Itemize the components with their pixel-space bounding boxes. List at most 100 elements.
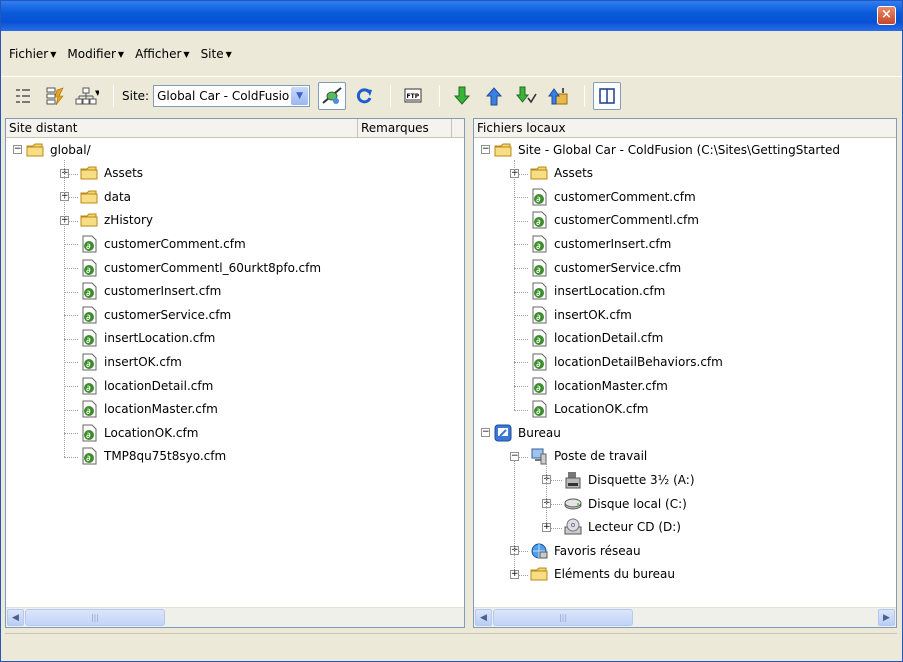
tree-connector — [69, 220, 78, 222]
tree-item-folder[interactable]: Assets — [530, 162, 593, 185]
tree-item-file[interactable]: ∂ customerService.cfm — [80, 303, 231, 326]
site-select[interactable]: Global Car - ColdFusion ▼ — [153, 84, 311, 107]
tree-item-file[interactable]: ∂ customerInsert.cfm — [80, 280, 221, 303]
tree-item-file[interactable]: ∂ customerService.cfm — [530, 256, 681, 279]
cfm-file-icon: ∂ — [80, 306, 98, 324]
svg-text:∂: ∂ — [536, 242, 541, 251]
expand-icon[interactable]: + — [510, 569, 519, 579]
tree-item-file[interactable]: ∂ insertLocation.cfm — [80, 327, 215, 350]
tree-item-folder[interactable]: data — [80, 185, 131, 208]
tree-item-file[interactable]: ∂ locationMaster.cfm — [530, 374, 668, 397]
get-icon[interactable] — [448, 82, 476, 110]
column-header-notes[interactable]: Remarques — [358, 119, 452, 137]
tree-item-file[interactable]: ∂ customerCommentl.cfm — [530, 209, 699, 232]
column-header-remote[interactable]: Site distant — [6, 119, 358, 137]
tree-item-label: locationMaster.cfm — [104, 402, 218, 417]
cfm-file-icon: ∂ — [530, 377, 548, 395]
tree-item-file[interactable]: ∂ LocationOK.cfm — [80, 421, 198, 444]
collapse-icon[interactable]: − — [481, 428, 490, 438]
tree-item-label: customerCommentl_60urkt8pfo.cfm — [104, 260, 322, 275]
column-header-local[interactable]: Fichiers locaux — [474, 119, 896, 137]
horizontal-scrollbar[interactable]: ◀ ||| ▶ — [474, 607, 896, 627]
tree-connector — [64, 409, 78, 411]
site-files-icon[interactable] — [41, 82, 69, 110]
ftp-log-icon[interactable]: FTP — [399, 82, 427, 110]
tree-connector — [546, 464, 547, 523]
tree-item-label: customerInsert.cfm — [104, 284, 222, 299]
cfm-file-icon: ∂ — [530, 235, 548, 253]
title-bar[interactable]: × — [1, 1, 902, 31]
cfm-file-icon: ∂ — [80, 400, 98, 418]
tree-connector — [64, 315, 78, 317]
tree-item-file[interactable]: ∂ locationMaster.cfm — [80, 398, 218, 421]
tree-item-drive[interactable]: Disque local (C:) — [564, 492, 687, 515]
column-header-row: Fichiers locaux — [474, 119, 896, 138]
tree-item-file[interactable]: ∂ customerCommentl_60urkt8pfo.cfm — [80, 256, 321, 279]
menu-afficher[interactable]: Afficher ▼ — [131, 45, 194, 63]
site-map-icon[interactable]: ▼ — [73, 82, 101, 110]
cfm-file-icon: ∂ — [530, 259, 548, 277]
tree-item-file[interactable]: ∂ locationDetail.cfm — [530, 327, 663, 350]
close-button[interactable]: × — [877, 6, 896, 25]
tree-connector — [514, 291, 528, 293]
menu-site[interactable]: Site ▼ — [197, 45, 236, 63]
expand-collapse-icon[interactable] — [9, 82, 37, 110]
tree-item-desktop[interactable]: Bureau — [494, 421, 561, 444]
tree-item-file[interactable]: ∂ customerInsert.cfm — [530, 232, 671, 255]
horizontal-scrollbar[interactable]: ◀ ||| — [6, 607, 464, 627]
tree-item-label: Disque local (C:) — [588, 496, 687, 511]
hard-disk-icon — [564, 495, 582, 513]
menu-label: Fichier — [9, 47, 49, 61]
check-out-icon[interactable] — [512, 82, 540, 110]
folder-icon — [530, 565, 548, 583]
tree-item-file[interactable]: ∂ insertOK.cfm — [530, 303, 632, 326]
tree-item-root[interactable]: global/ — [26, 138, 91, 161]
tree-item-file[interactable]: ∂ TMP8qu75t8syo.cfm — [80, 445, 226, 468]
tree-item-site-root[interactable]: Site - Global Car - ColdFusion (C:\Sites… — [494, 138, 840, 161]
cfm-file-icon: ∂ — [530, 188, 548, 206]
tree-connector — [551, 480, 562, 482]
tree-item-file[interactable]: ∂ customerComment.cfm — [530, 185, 696, 208]
scroll-thumb[interactable]: ||| — [493, 609, 633, 626]
tree-item-label: insertLocation.cfm — [554, 284, 666, 299]
tree-connector — [64, 386, 78, 387]
chevron-down-icon: ▼ — [225, 49, 232, 59]
check-in-icon[interactable] — [544, 82, 572, 110]
tree-item-folder[interactable]: Assets — [80, 162, 143, 185]
put-icon[interactable] — [480, 82, 508, 110]
expand-panel-icon[interactable] — [593, 81, 622, 110]
svg-text:∂: ∂ — [86, 384, 91, 393]
tree-connector — [551, 504, 562, 505]
expand-icon[interactable]: + — [542, 522, 551, 532]
tree-item-label: TMP8qu75t8syo.cfm — [104, 449, 227, 464]
tree-item-desktop-items[interactable]: Eléments du bureau — [530, 563, 675, 586]
tree-item-file[interactable]: ∂ LocationOK.cfm — [530, 398, 648, 421]
scroll-thumb[interactable]: ||| — [25, 609, 165, 626]
chevron-down-icon[interactable]: ▼ — [291, 86, 309, 105]
scroll-left-icon[interactable]: ◀ — [7, 609, 24, 626]
tree-item-folder[interactable]: zHistory — [80, 209, 153, 232]
folder-icon — [530, 164, 548, 182]
collapse-icon[interactable]: − — [13, 145, 22, 154]
scroll-right-icon[interactable]: ▶ — [878, 609, 895, 626]
tree-item-network[interactable]: Favoris réseau — [530, 539, 641, 562]
connect-icon[interactable] — [318, 81, 347, 110]
tree-item-file[interactable]: ∂ insertLocation.cfm — [530, 280, 665, 303]
tree-item-my-computer[interactable]: Poste de travail — [530, 445, 647, 468]
tree-item-file[interactable]: ∂ insertOK.cfm — [80, 350, 182, 373]
menu-fichier[interactable]: Fichier ▼ — [5, 45, 60, 63]
collapse-icon[interactable]: − — [510, 451, 519, 461]
tree-item-file[interactable]: ∂ locationDetail.cfm — [80, 374, 213, 397]
toolbar-separator — [390, 84, 392, 107]
refresh-icon[interactable] — [350, 82, 378, 110]
tree-item-drive[interactable]: Lecteur CD (D:) — [564, 516, 681, 539]
scroll-left-icon[interactable]: ◀ — [475, 609, 492, 626]
svg-text:∂: ∂ — [86, 266, 91, 275]
collapse-icon[interactable]: − — [481, 145, 490, 154]
tree-connector — [69, 197, 78, 199]
cfm-file-icon: ∂ — [530, 282, 548, 300]
tree-item-drive[interactable]: Disquette 3½ (A:) — [564, 468, 695, 491]
tree-item-file[interactable]: ∂ locationDetailBehaviors.cfm — [530, 350, 723, 373]
tree-item-file[interactable]: ∂ customerComment.cfm — [80, 232, 246, 255]
menu-modifier[interactable]: Modifier ▼ — [63, 45, 128, 63]
